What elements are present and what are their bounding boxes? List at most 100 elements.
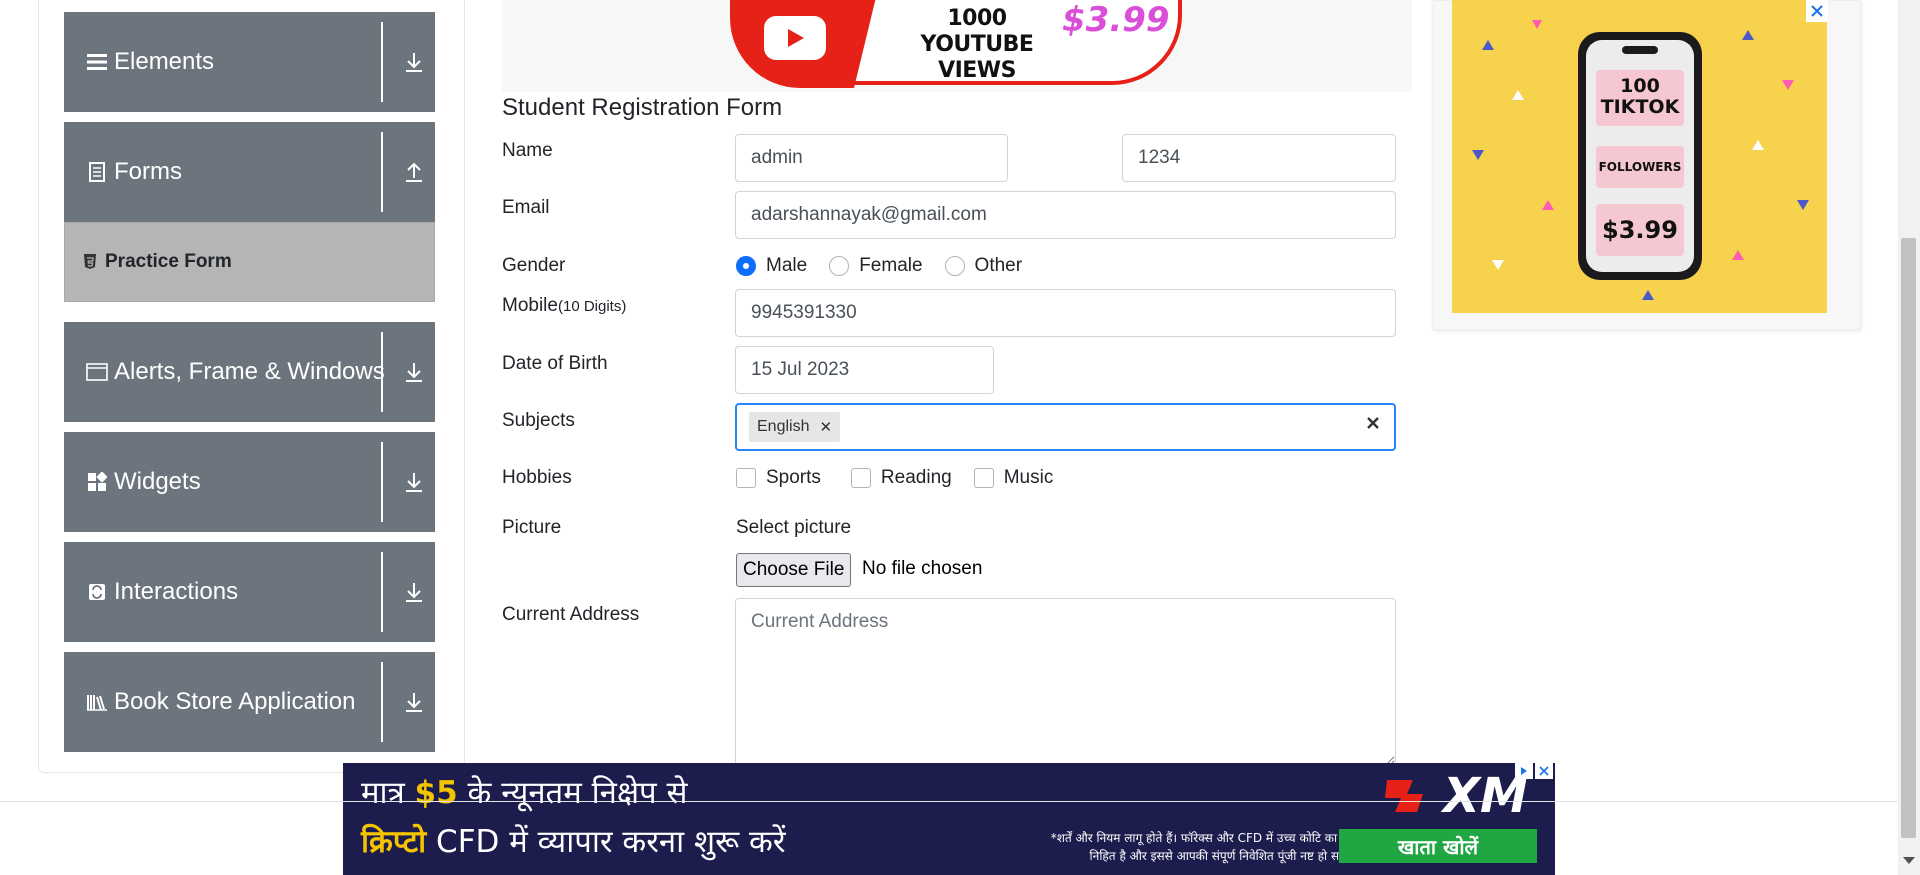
email-input[interactable]: adarshannayak@gmail.com bbox=[735, 191, 1396, 239]
xm-mark-icon bbox=[1385, 780, 1423, 812]
sidebar-group-book-store[interactable]: Book Store Application bbox=[64, 652, 435, 752]
download-arrow-icon[interactable] bbox=[394, 12, 434, 112]
close-ad-icon[interactable] bbox=[1535, 763, 1553, 779]
checkbox[interactable] bbox=[973, 468, 994, 488]
upload-arrow-icon[interactable] bbox=[394, 122, 434, 222]
adchoices-icon[interactable] bbox=[1515, 763, 1533, 779]
confetti-shape bbox=[1782, 80, 1794, 90]
interactions-icon bbox=[86, 581, 108, 603]
divider bbox=[381, 132, 383, 212]
confetti-shape bbox=[1492, 260, 1504, 270]
banner-text: 1000 YOUTUBE VIEWS bbox=[897, 6, 1057, 84]
ad-headline-2: क्रिप्टो CFD में व्यापार करना शुरू करें bbox=[361, 820, 786, 862]
scroll-down-arrow-icon[interactable] bbox=[1903, 857, 1915, 864]
radio-button[interactable] bbox=[829, 256, 850, 276]
checkbox-label: Reading bbox=[880, 467, 952, 488]
name-label: Name bbox=[502, 140, 553, 161]
subject-chip: English ✕ bbox=[749, 412, 841, 442]
mobile-label-text: Mobile bbox=[502, 295, 558, 316]
radio-label: Male bbox=[766, 255, 808, 276]
top-banner-ad[interactable]: 1000 YOUTUBE VIEWS $3.99 bbox=[502, 0, 1412, 92]
sidebar-group-forms[interactable]: Forms bbox=[64, 122, 435, 222]
phone-graphic: 100 TIKTOK FOLLOWERS $3.99 bbox=[1578, 32, 1702, 280]
hobby-option-reading[interactable]: Reading bbox=[850, 467, 952, 489]
sidebar-item-practice-form[interactable]: Practice Form bbox=[64, 222, 435, 302]
download-arrow-icon[interactable] bbox=[394, 652, 434, 752]
confetti-shape bbox=[1752, 140, 1764, 150]
confetti-shape bbox=[1742, 30, 1754, 40]
sidebar-group-alerts[interactable]: Alerts, Frame & Windows bbox=[64, 322, 435, 422]
confetti-shape bbox=[1482, 40, 1494, 50]
confetti-shape bbox=[1532, 20, 1542, 29]
radio-label: Other bbox=[974, 255, 1023, 276]
last-name-input[interactable]: 1234 bbox=[1122, 134, 1396, 182]
download-arrow-icon[interactable] bbox=[394, 322, 434, 422]
select-picture-text: Select picture bbox=[736, 517, 852, 538]
window-icon bbox=[86, 361, 108, 383]
confetti-shape bbox=[1542, 200, 1554, 210]
sidebar-group-interactions[interactable]: Interactions bbox=[64, 542, 435, 642]
current-address-label: Current Address bbox=[502, 604, 640, 625]
remove-chip-icon[interactable]: ✕ bbox=[815, 418, 840, 436]
ad-headline-1: मात्र $5 के न्यूनतम निक्षेप से bbox=[361, 771, 687, 813]
confetti-shape bbox=[1642, 290, 1654, 300]
gender-option-female[interactable]: Female bbox=[829, 255, 923, 277]
radio-button[interactable] bbox=[944, 256, 965, 276]
ad-line-3: FOLLOWERS bbox=[1596, 146, 1684, 188]
mobile-input[interactable]: 9945391330 bbox=[735, 289, 1396, 337]
sidebar-group-label: Book Store Application bbox=[114, 688, 356, 715]
gender-option-other[interactable]: Other bbox=[944, 255, 1023, 277]
ad-card-title: 100 TIKTOK bbox=[1596, 70, 1684, 126]
hobbies-label: Hobbies bbox=[502, 467, 572, 488]
checkbox-label: Music bbox=[1003, 467, 1054, 488]
phone-screen: 100 TIKTOK FOLLOWERS $3.99 bbox=[1586, 40, 1694, 272]
chip-label: English bbox=[757, 418, 810, 435]
xm-logo: XM bbox=[1383, 768, 1528, 824]
divider bbox=[381, 22, 383, 102]
download-arrow-icon[interactable] bbox=[394, 432, 434, 532]
banner-label: YOUTUBE VIEWS bbox=[920, 32, 1034, 83]
confetti-shape bbox=[1472, 150, 1484, 160]
download-arrow-icon[interactable] bbox=[394, 542, 434, 642]
radio-label: Female bbox=[859, 255, 923, 276]
ad-disclaimer-2: निहित है और इससे आपकी संपूर्ण निवेशित पू… bbox=[1089, 849, 1373, 863]
ad-headline-highlight: क्रिप्टो bbox=[361, 824, 427, 860]
hobby-option-music[interactable]: Music bbox=[973, 467, 1054, 489]
date-of-birth-input[interactable]: 15 Jul 2023 bbox=[735, 346, 994, 394]
current-address-input[interactable] bbox=[735, 598, 1396, 766]
sidebar-group-label: Widgets bbox=[114, 468, 201, 495]
sidebar-group-label: Interactions bbox=[114, 578, 239, 605]
ad-headline-pre: मात्र bbox=[361, 775, 415, 811]
books-icon bbox=[86, 691, 108, 713]
clear-icon[interactable] bbox=[1366, 416, 1380, 430]
file-status: No file chosen bbox=[862, 558, 983, 579]
scrollbar-thumb[interactable] bbox=[1901, 238, 1916, 838]
ad-line-1: 100 bbox=[1620, 75, 1660, 97]
footer-divider bbox=[0, 801, 1898, 802]
phone-notch bbox=[1622, 46, 1658, 54]
sidebar-group-elements[interactable]: Elements bbox=[64, 12, 435, 112]
mobile-label: Mobile(10 Digits) bbox=[502, 295, 626, 317]
ad-headline-rest: CFD में व्यापार करना शुरू करें bbox=[426, 824, 786, 860]
ad-choices[interactable] bbox=[1515, 763, 1553, 779]
subjects-input[interactable]: English ✕ bbox=[735, 403, 1396, 451]
confetti-shape bbox=[1797, 200, 1809, 210]
checkbox[interactable] bbox=[850, 468, 871, 488]
gender-option-male[interactable]: Male bbox=[736, 255, 807, 277]
close-ad-icon[interactable] bbox=[1806, 0, 1828, 22]
sidebar-group-widgets[interactable]: Widgets bbox=[64, 432, 435, 532]
divider bbox=[381, 662, 383, 742]
side-ad[interactable]: 100 TIKTOK FOLLOWERS $3.99 bbox=[1452, 0, 1827, 313]
vertical-scrollbar[interactable] bbox=[1898, 0, 1920, 875]
choose-file-button[interactable]: Choose File bbox=[736, 553, 852, 587]
mobile-hint: (10 Digits) bbox=[557, 298, 627, 315]
bottom-ad[interactable]: मात्र $5 के न्यूनतम निक्षेप से क्रिप्टो … bbox=[343, 763, 1555, 875]
hamburger-icon bbox=[86, 51, 108, 73]
divider bbox=[381, 552, 383, 632]
open-account-button[interactable]: खाता खोलें bbox=[1339, 829, 1537, 863]
first-name-input[interactable]: admin bbox=[735, 134, 1008, 182]
hobby-option-sports[interactable]: Sports bbox=[736, 467, 821, 489]
sidebar-group-label: Elements bbox=[114, 48, 215, 75]
checkbox[interactable] bbox=[736, 468, 756, 488]
radio-button[interactable] bbox=[736, 256, 756, 276]
